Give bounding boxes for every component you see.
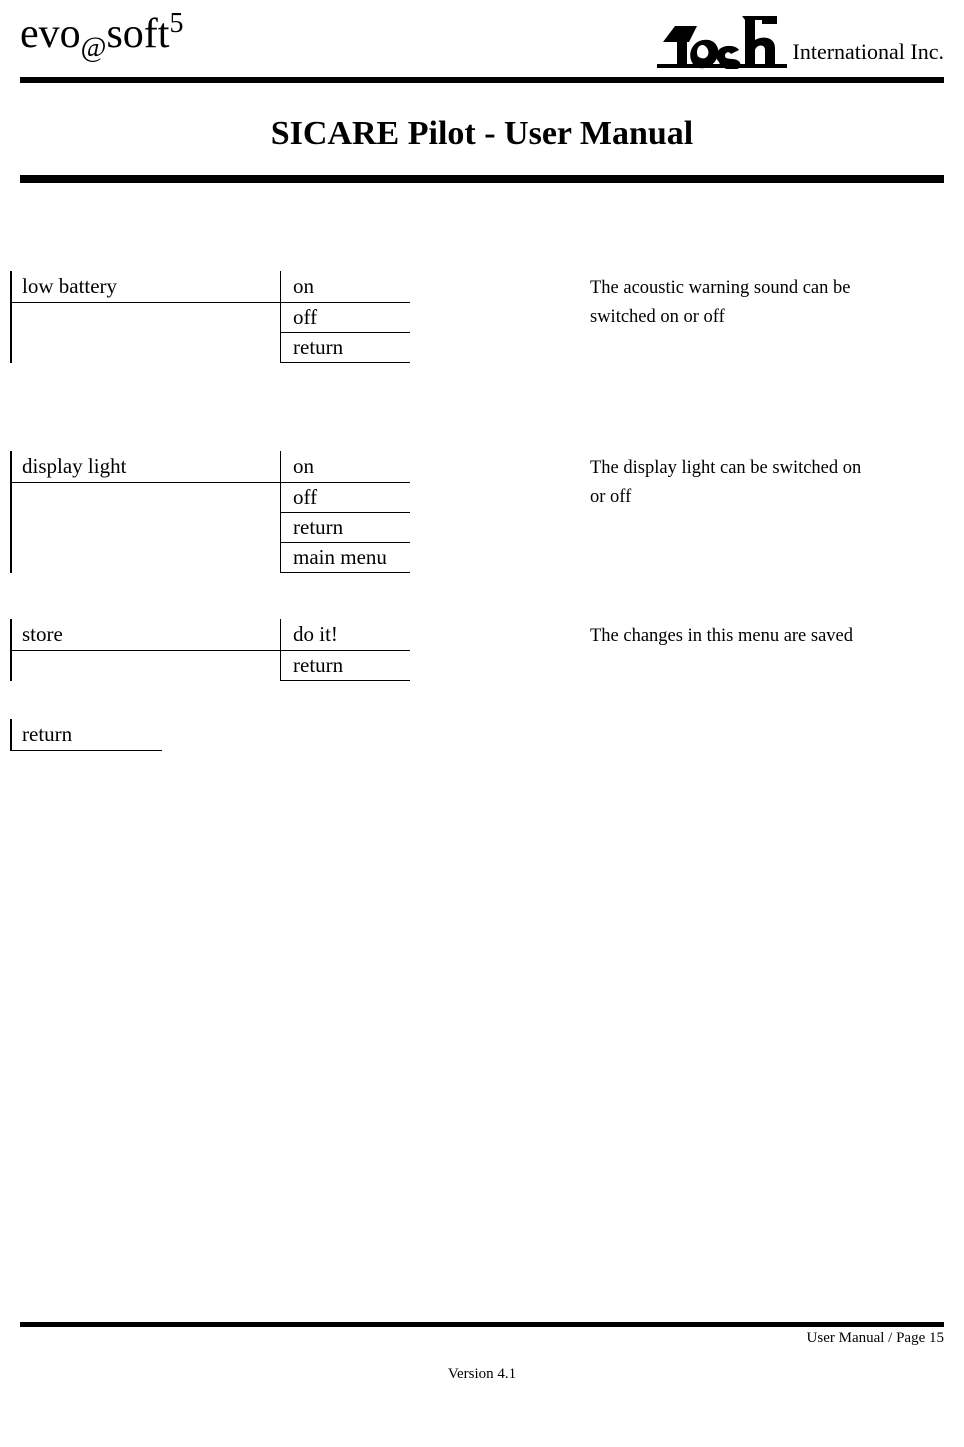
- page-title: SICARE Pilot - User Manual: [20, 115, 944, 153]
- menu-label-empty: [10, 513, 280, 543]
- menu-label: store: [10, 619, 280, 651]
- menu-option: off: [280, 303, 410, 333]
- title-wrap: SICARE Pilot - User Manual: [0, 83, 964, 153]
- menu-desc-line: The display light can be switched on: [410, 451, 944, 483]
- menu-desc-empty: [410, 651, 944, 681]
- menu-desc-line: or off: [410, 483, 944, 513]
- brand-at: @: [81, 32, 107, 63]
- menu-desc-empty: [410, 333, 944, 363]
- menu-option: return: [280, 651, 410, 681]
- brand-logo-text: evo@soft5: [20, 10, 183, 62]
- footer-rule: [20, 1322, 944, 1327]
- menu-row: return: [10, 513, 944, 543]
- menu-row: off or off: [10, 483, 944, 513]
- menu-desc-line: The changes in this menu are saved: [410, 619, 944, 651]
- brand-suffix: soft: [106, 11, 169, 57]
- menu-desc-line: The acoustic warning sound can be: [410, 271, 944, 303]
- menu-row-store: store do it! The changes in this menu ar…: [10, 619, 944, 651]
- menu-option: off: [280, 483, 410, 513]
- brand-sup: 5: [169, 8, 183, 39]
- menu-option: on: [280, 451, 410, 483]
- title-rule: [20, 175, 944, 183]
- page-header: evo@soft5 International Inc.: [0, 0, 964, 69]
- brand-prefix: evo: [20, 11, 81, 57]
- menu-option: return: [280, 333, 410, 363]
- footer-version: Version 4.1: [20, 1366, 944, 1383]
- menu-option: return: [280, 513, 410, 543]
- menu-option: do it!: [280, 619, 410, 651]
- menu-row: off switched on or off: [10, 303, 944, 333]
- menu-label: low battery: [10, 271, 280, 303]
- menu-desc-line: switched on or off: [410, 303, 944, 333]
- menu-desc-empty: [410, 543, 944, 573]
- menu-row: return: [10, 333, 944, 363]
- company-block: International Inc.: [657, 10, 945, 69]
- menu-label-empty: [10, 543, 280, 573]
- company-suffix-text: International Inc.: [793, 39, 945, 69]
- menu-row: return: [10, 651, 944, 681]
- menu-option: main menu: [280, 543, 410, 573]
- menu-label-empty: [10, 303, 280, 333]
- section-gap: [10, 573, 944, 619]
- content-area: low battery on The acoustic warning soun…: [0, 183, 964, 751]
- menu-label: display light: [10, 451, 280, 483]
- menu-option: on: [280, 271, 410, 303]
- menu-row: main menu: [10, 543, 944, 573]
- menu-label-empty: [10, 651, 280, 681]
- tash-logo-icon: [657, 14, 787, 69]
- footer-page-label: User Manual / Page 15: [807, 1330, 944, 1347]
- page-footer: User Manual / Page 15 Version 4.1: [20, 1366, 944, 1383]
- menu-row-display-light: display light on The display light can b…: [10, 451, 944, 483]
- menu-label-empty: [10, 333, 280, 363]
- menu-label-empty: [10, 483, 280, 513]
- menu-final-return: return: [10, 719, 162, 751]
- menu-desc-empty: [410, 513, 944, 543]
- menu-row-low-battery: low battery on The acoustic warning soun…: [10, 271, 944, 303]
- section-gap: [10, 363, 944, 451]
